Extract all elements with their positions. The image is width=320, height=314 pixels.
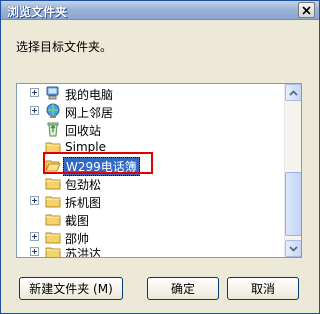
scrollbar-thumb[interactable] — [285, 172, 301, 236]
tree-item-label: 网上邻居 — [65, 106, 114, 120]
tree-item-folder[interactable]: 拆机图 — [17, 192, 285, 210]
folder-icon — [45, 214, 61, 226]
title-bar: 浏览文件夹 — [1, 1, 319, 20]
network-places-icon — [46, 103, 60, 118]
expand-toggle[interactable] — [30, 247, 39, 256]
tree-item-label: 包劲松 — [65, 178, 102, 192]
tree-item-label: 拆机图 — [65, 196, 102, 210]
vertical-scrollbar[interactable] — [284, 84, 301, 257]
tree-item-label: 苏洪达 — [65, 247, 102, 258]
folder-icon — [45, 196, 61, 208]
expand-toggle[interactable] — [30, 196, 39, 205]
tree-item-folder[interactable]: 截图 — [17, 210, 285, 228]
recycle-bin-icon — [47, 122, 59, 137]
tree-item-label: 回收站 — [65, 124, 102, 138]
tree-item-my-computer[interactable]: 我的电脑 — [17, 84, 285, 102]
expand-toggle[interactable] — [30, 106, 39, 115]
my-computer-icon — [46, 86, 59, 100]
scroll-up-button[interactable] — [285, 84, 301, 101]
tree-item-label: 我的电脑 — [65, 88, 114, 102]
browse-folder-dialog: 浏览文件夹 选择目标文件夹。 我的电脑 网上邻居 回收站 Simple W299… — [0, 0, 320, 314]
plus-icon — [32, 234, 37, 239]
plus-icon — [32, 90, 37, 95]
close-icon — [302, 5, 311, 15]
plus-icon — [32, 108, 37, 113]
chevron-down-icon — [289, 245, 298, 252]
scroll-down-button[interactable] — [285, 240, 301, 257]
window-title: 浏览文件夹 — [7, 5, 68, 19]
plus-icon — [32, 198, 37, 203]
cancel-button[interactable]: 取消 — [227, 277, 299, 300]
tree-item-label: 截图 — [65, 214, 90, 228]
expand-toggle[interactable] — [30, 232, 39, 241]
tree-item-recycle-bin[interactable]: 回收站 — [17, 120, 285, 138]
tree-item-network-places[interactable]: 网上邻居 — [17, 102, 285, 120]
new-folder-button[interactable]: 新建文件夹 (M) — [19, 277, 123, 300]
annotation-highlight-box — [43, 152, 153, 174]
chevron-up-icon — [289, 89, 298, 96]
folder-icon — [45, 247, 61, 257]
expand-toggle[interactable] — [30, 88, 39, 97]
ok-button[interactable]: 确定 — [147, 277, 219, 300]
dialog-prompt: 选择目标文件夹。 — [16, 40, 113, 54]
tree-item-folder[interactable]: 苏洪达 — [17, 243, 285, 258]
close-button[interactable] — [298, 2, 315, 18]
folder-tree[interactable]: 我的电脑 网上邻居 回收站 Simple W299电话簿 包劲松 拆机图 截图 … — [16, 83, 302, 258]
tree-item-folder[interactable]: 包劲松 — [17, 174, 285, 192]
folder-icon — [45, 178, 61, 190]
plus-icon — [32, 249, 37, 254]
